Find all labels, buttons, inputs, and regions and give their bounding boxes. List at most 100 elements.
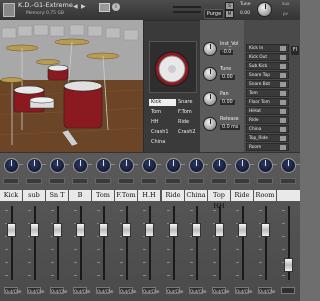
routing-toggle-icon[interactable] xyxy=(280,55,286,60)
channel-solo-mute[interactable] xyxy=(26,178,42,184)
channel-output-button[interactable]: Out/Chn xyxy=(258,287,275,294)
channel-pan-knob[interactable] xyxy=(212,158,227,173)
channel-solo-mute[interactable] xyxy=(234,178,250,184)
channel-solo-mute[interactable] xyxy=(3,178,19,184)
routing-row[interactable]: Top_Ride xyxy=(246,134,289,142)
routing-toggle-icon[interactable] xyxy=(280,46,286,51)
channel-pan-knob[interactable] xyxy=(166,158,181,173)
tune-knob[interactable] xyxy=(257,2,272,17)
channel-solo-mute[interactable] xyxy=(141,178,157,184)
channel-fader[interactable] xyxy=(122,223,131,237)
channel-fader[interactable] xyxy=(238,223,247,237)
channel-pan-knob[interactable] xyxy=(189,158,204,173)
channel-pan-knob[interactable] xyxy=(96,158,111,173)
routing-row[interactable]: Snare Bot xyxy=(246,80,289,88)
routing-row[interactable]: Snare Top xyxy=(246,71,289,79)
channel-solo-mute[interactable] xyxy=(118,178,134,184)
prev-arrow-icon[interactable]: ◀ xyxy=(73,3,78,10)
articulation-snare[interactable]: Snare xyxy=(176,99,203,106)
channel-output-button[interactable]: Out/Chn xyxy=(119,287,136,294)
channel-fader[interactable] xyxy=(145,223,154,237)
master-pan-knob[interactable] xyxy=(281,158,296,173)
channel-output-button[interactable]: Out/Chn xyxy=(189,287,206,294)
channel-solo-mute[interactable] xyxy=(95,178,111,184)
channel-pan-knob[interactable] xyxy=(73,158,88,173)
purge-button[interactable]: Purge xyxy=(204,9,224,19)
articulation-crash2[interactable]: Crash2 xyxy=(176,129,203,136)
articulation-hh[interactable]: HH xyxy=(149,119,176,126)
routing-toggle-icon[interactable] xyxy=(280,82,286,87)
channel-output-button[interactable]: Out/Chn xyxy=(73,287,90,294)
routing-row[interactable]: Floor Tom xyxy=(246,98,289,106)
channel-output-button[interactable]: Out/Chn xyxy=(142,287,159,294)
routing-toggle-icon[interactable] xyxy=(280,127,286,132)
channel-output-button[interactable]: Out/Chn xyxy=(50,287,67,294)
routing-row[interactable]: Tom xyxy=(246,89,289,97)
routing-toggle-icon[interactable] xyxy=(280,145,286,150)
channel-output-button[interactable]: Out/Chn xyxy=(4,287,21,294)
channel-output-button[interactable] xyxy=(281,287,295,294)
solo-icon[interactable]: S xyxy=(225,2,234,10)
routing-toggle-icon[interactable] xyxy=(280,91,286,96)
routing-toggle-icon[interactable] xyxy=(280,109,286,114)
routing-toggle-icon[interactable] xyxy=(280,100,286,105)
channel-output-button[interactable]: Out/Chn xyxy=(27,287,44,294)
articulation-china[interactable]: China xyxy=(149,139,176,146)
volume-knob[interactable] xyxy=(203,42,217,56)
articulation-kick[interactable]: Kick xyxy=(149,99,176,106)
channel-solo-mute[interactable] xyxy=(257,178,273,184)
articulation-crash1[interactable]: Crash1 xyxy=(149,129,176,136)
channel-fader[interactable] xyxy=(7,223,16,237)
channel-fader[interactable] xyxy=(99,223,108,237)
channel-pan-knob[interactable] xyxy=(258,158,273,173)
release-knob[interactable] xyxy=(203,117,217,131)
tune-drum-knob[interactable] xyxy=(203,67,217,81)
channel-fader[interactable] xyxy=(192,223,201,237)
pan-tick xyxy=(204,164,208,165)
channel-pan-knob[interactable] xyxy=(4,158,19,173)
channel-fader[interactable] xyxy=(169,223,178,237)
channel-solo-mute[interactable] xyxy=(72,178,88,184)
routing-toggle-icon[interactable] xyxy=(280,73,286,78)
channel-pan-knob[interactable] xyxy=(50,158,65,173)
info-icon[interactable]: i xyxy=(112,3,120,11)
channel-output-button[interactable]: Out/Chn xyxy=(96,287,113,294)
channel-pan-knob[interactable] xyxy=(142,158,157,173)
next-arrow-icon[interactable]: ▶ xyxy=(81,3,86,10)
channel-solo-mute[interactable] xyxy=(188,178,204,184)
channel-output-button[interactable]: Out/Chn xyxy=(166,287,183,294)
routing-row[interactable]: HiHat xyxy=(246,107,289,115)
articulation-floor-tom[interactable]: F.Tom xyxy=(176,109,203,116)
mute-icon[interactable]: M xyxy=(225,10,234,18)
channel-fader[interactable] xyxy=(76,223,85,237)
routing-row[interactable]: Kick Out xyxy=(246,53,289,61)
channel-pan-knob[interactable] xyxy=(119,158,134,173)
channel-output-button[interactable]: Out/Chn xyxy=(212,287,229,294)
articulation-tom[interactable]: Tom xyxy=(149,109,176,116)
master-fader[interactable] xyxy=(284,258,293,272)
articulation-ride[interactable]: Ride xyxy=(176,119,203,126)
instrument-title[interactable]: K.D.-G1-Extreme xyxy=(18,2,73,9)
channel-fader[interactable] xyxy=(215,223,224,237)
routing-toggle-icon[interactable] xyxy=(280,64,286,69)
camera-icon[interactable] xyxy=(99,3,110,12)
channel-solo-mute[interactable] xyxy=(211,178,227,184)
channel-output-button[interactable]: Out/Chn xyxy=(235,287,252,294)
routing-row[interactable]: Sub Kick xyxy=(246,62,289,70)
routing-toggle-icon[interactable] xyxy=(280,118,286,123)
channel-fader[interactable] xyxy=(30,223,39,237)
routing-row[interactable]: Ride xyxy=(246,116,289,124)
channel-fader[interactable] xyxy=(53,223,62,237)
channel-pan-knob[interactable] xyxy=(235,158,250,173)
channel-pan-knob[interactable] xyxy=(27,158,42,173)
channel-solo-mute[interactable] xyxy=(280,178,296,184)
routing-toggle-icon[interactable] xyxy=(280,136,286,141)
routing-row[interactable]: Kick In xyxy=(246,44,289,52)
channel-solo-mute[interactable] xyxy=(49,178,65,184)
routing-row[interactable]: Room xyxy=(246,143,289,151)
pan-knob[interactable] xyxy=(203,92,217,106)
channel-solo-mute[interactable] xyxy=(165,178,181,184)
fader-track xyxy=(196,206,198,280)
channel-fader[interactable] xyxy=(261,223,270,237)
routing-row[interactable]: China xyxy=(246,125,289,133)
